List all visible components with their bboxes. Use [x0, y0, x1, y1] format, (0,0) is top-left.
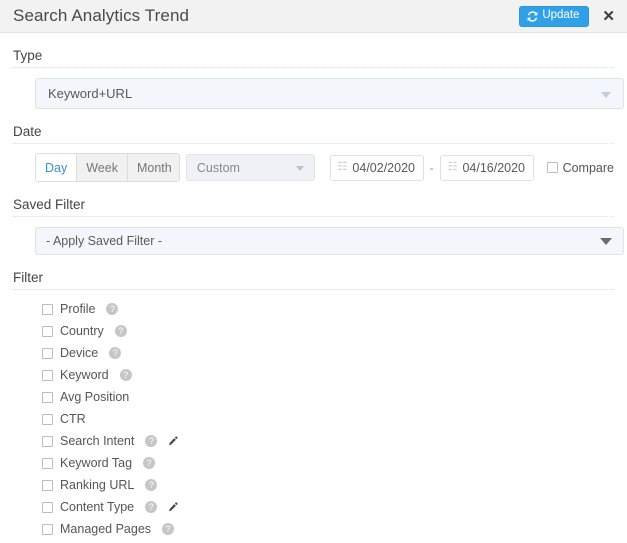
filter-row[interactable]: Keyword Tag? — [42, 452, 614, 474]
filter-label: Avg Position — [60, 390, 130, 404]
filter-checkbox[interactable] — [42, 457, 53, 469]
filter-row[interactable]: Keyword? — [42, 364, 614, 386]
filter-checkbox[interactable] — [42, 435, 53, 447]
date-section-body: Day Week Month Custom ☷ 04/02/2020 - ☷ 0… — [13, 144, 614, 182]
filter-label: CTR — [60, 412, 86, 426]
filter-row[interactable]: Content Type? — [42, 496, 614, 518]
help-icon[interactable]: ? — [143, 457, 156, 469]
date-range-separator: - — [429, 160, 434, 175]
help-icon[interactable]: ? — [109, 347, 122, 359]
type-select-value: Keyword+URL — [48, 86, 133, 101]
saved-filter-section-body: - Apply Saved Filter - — [13, 217, 624, 255]
compare-label: Compare — [562, 160, 614, 175]
calendar-icon: ☷ — [337, 161, 348, 173]
filter-label: Managed Pages — [60, 522, 152, 536]
help-icon[interactable]: ? — [145, 435, 158, 447]
filter-checkbox[interactable] — [42, 391, 53, 403]
filter-row[interactable]: Profile? — [42, 298, 614, 320]
date-preset-select[interactable]: Custom — [185, 154, 315, 181]
modal-body: Type Keyword+URL Date Day Week Month Cus… — [0, 33, 627, 540]
filter-checkbox-list: Profile? Country? Device? Keyword? Avg Posit… — [13, 290, 614, 540]
refresh-icon — [527, 10, 538, 22]
filter-checkbox[interactable] — [42, 413, 53, 425]
close-icon[interactable]: ✕ — [602, 9, 615, 24]
date-granularity-group: Day Week Month — [35, 153, 180, 182]
filter-row[interactable]: Country? — [42, 320, 614, 342]
filter-checkbox[interactable] — [42, 523, 53, 535]
chevron-down-icon — [601, 91, 611, 98]
help-icon[interactable]: ? — [145, 479, 158, 491]
filter-section-label: Filter — [13, 255, 614, 290]
compare-checkbox[interactable] — [546, 162, 558, 173]
start-date-value: 04/02/2020 — [352, 160, 415, 175]
type-section-body: Keyword+URL — [13, 68, 624, 109]
compare-toggle[interactable]: Compare — [546, 160, 614, 175]
filter-row[interactable]: CTR — [42, 408, 614, 430]
help-icon[interactable]: ? — [162, 523, 175, 535]
help-icon[interactable]: ? — [119, 369, 132, 381]
chevron-down-icon — [295, 165, 304, 171]
chevron-down-icon — [600, 238, 612, 245]
saved-filter-section-label: Saved Filter — [13, 182, 614, 217]
filter-row[interactable]: Search Intent? — [42, 430, 614, 452]
pencil-icon[interactable] — [167, 435, 178, 447]
filter-label: Keyword — [60, 368, 109, 382]
filter-checkbox[interactable] — [42, 479, 53, 491]
granularity-week-button[interactable]: Week — [77, 154, 128, 181]
calendar-icon: ☷ — [447, 161, 458, 173]
filter-checkbox[interactable] — [42, 347, 53, 359]
filter-row[interactable]: Managed Pages? — [42, 518, 614, 540]
page-title: Search Analytics Trend — [13, 6, 190, 25]
type-section-label: Type — [13, 33, 614, 68]
filter-checkbox[interactable] — [42, 369, 53, 381]
saved-filter-select[interactable]: - Apply Saved Filter - — [35, 227, 624, 255]
filter-label: Content Type — [60, 500, 135, 514]
granularity-day-button[interactable]: Day — [36, 154, 78, 181]
filter-label: Profile — [60, 302, 96, 316]
filter-checkbox[interactable] — [42, 303, 53, 315]
pencil-icon[interactable] — [167, 501, 178, 513]
end-date-value: 04/16/2020 — [462, 160, 525, 175]
filter-label: Keyword Tag — [60, 456, 133, 470]
filter-label: Country — [60, 324, 104, 338]
help-icon[interactable]: ? — [145, 501, 158, 513]
filter-label: Ranking URL — [60, 478, 135, 492]
help-icon[interactable]: ? — [114, 325, 127, 337]
filter-checkbox[interactable] — [42, 501, 53, 513]
date-section-label: Date — [13, 109, 614, 144]
filter-row[interactable]: Avg Position — [42, 386, 614, 408]
update-button[interactable]: Update — [519, 5, 590, 27]
filter-checkbox[interactable] — [42, 325, 53, 337]
help-icon[interactable]: ? — [106, 303, 119, 315]
saved-filter-value: - Apply Saved Filter - — [46, 234, 163, 248]
update-button-label: Update — [542, 9, 580, 22]
filter-row[interactable]: Device? — [42, 342, 614, 364]
type-select[interactable]: Keyword+URL — [35, 78, 624, 109]
date-preset-value: Custom — [196, 160, 240, 175]
end-date-input[interactable]: ☷ 04/16/2020 — [439, 154, 534, 181]
start-date-input[interactable]: ☷ 04/02/2020 — [329, 154, 424, 181]
modal-header: Search Analytics Trend Update ✕ — [0, 0, 627, 33]
filter-row[interactable]: Ranking URL? — [42, 474, 614, 496]
filter-label: Device — [60, 346, 99, 360]
granularity-month-button[interactable]: Month — [127, 154, 179, 181]
filter-label: Search Intent — [60, 434, 135, 448]
